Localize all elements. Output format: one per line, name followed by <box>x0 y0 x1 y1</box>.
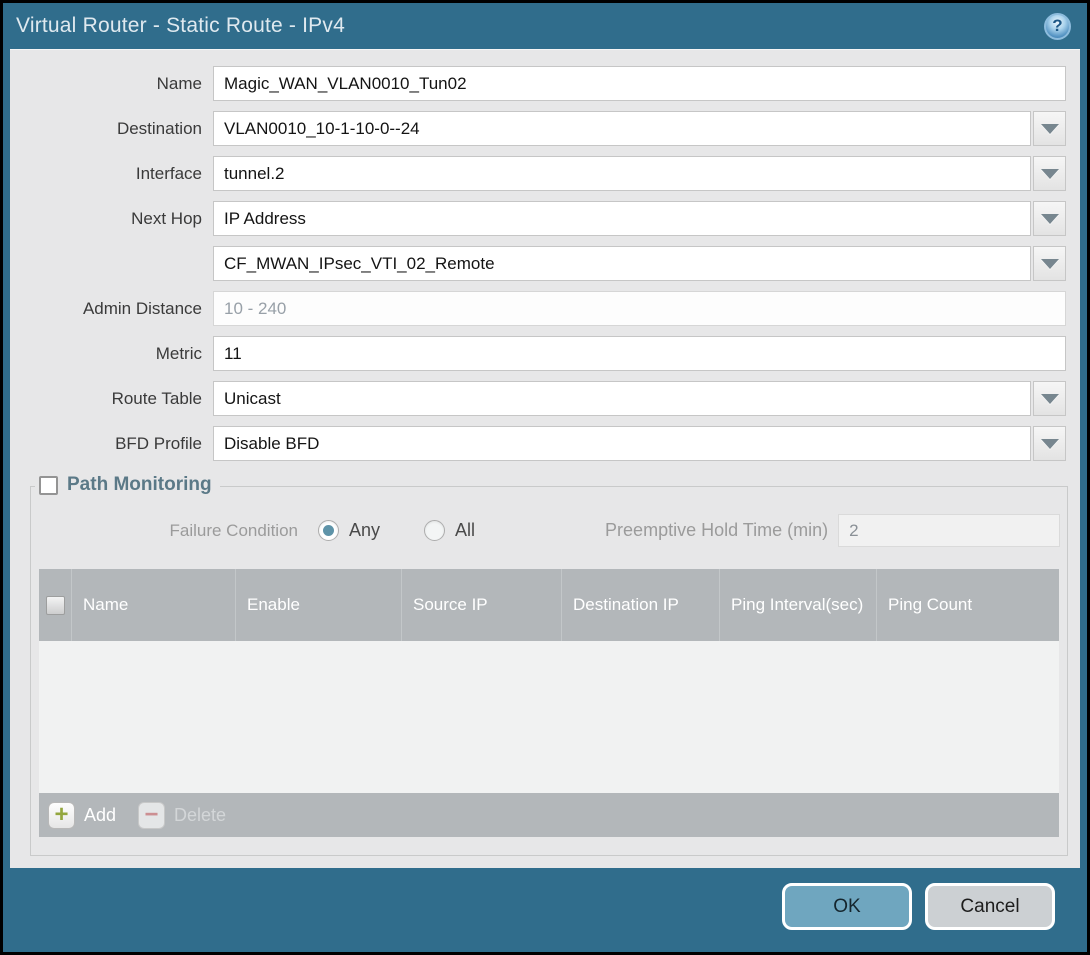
name-row: Name <box>10 66 1066 101</box>
admin-distance-row: Admin Distance <box>10 291 1066 326</box>
next-hop-row: Next Hop <box>10 201 1066 236</box>
destination-input[interactable] <box>213 111 1031 146</box>
delete-button-label: Delete <box>174 805 226 826</box>
next-hop-type-input[interactable] <box>213 201 1031 236</box>
failure-condition-label: Failure Condition <box>31 521 306 541</box>
route-table-row: Route Table <box>10 381 1066 416</box>
failure-condition-any-label: Any <box>349 520 380 541</box>
table-toolbar: + Add − Delete <box>39 793 1059 837</box>
preemptive-hold-time-label: Preemptive Hold Time (min) <box>605 520 828 541</box>
delete-button[interactable]: − Delete <box>138 802 226 829</box>
select-all-checkbox[interactable] <box>46 596 65 615</box>
chevron-down-icon <box>1041 214 1059 224</box>
help-glyph: ? <box>1052 16 1062 36</box>
admin-distance-input[interactable] <box>213 291 1066 326</box>
metric-row: Metric <box>10 336 1066 371</box>
next-hop-address-dropdown-button[interactable] <box>1033 246 1066 281</box>
plus-icon: + <box>48 802 75 829</box>
column-header-ping-count: Ping Count <box>877 569 1059 641</box>
admin-distance-label: Admin Distance <box>10 299 213 319</box>
column-header-destination-ip: Destination IP <box>562 569 720 641</box>
add-button-label: Add <box>84 805 116 826</box>
interface-label: Interface <box>10 164 213 184</box>
select-all-cell <box>39 569 72 641</box>
failure-condition-row: Failure Condition Any All Preemptive Hol… <box>31 514 1067 547</box>
route-table-dropdown-button[interactable] <box>1033 381 1066 416</box>
failure-condition-all-label: All <box>455 520 475 541</box>
static-route-dialog: Virtual Router - Static Route - IPv4 ? N… <box>3 3 1087 952</box>
column-header-enable: Enable <box>236 569 402 641</box>
interface-dropdown-button[interactable] <box>1033 156 1066 191</box>
route-table-input[interactable] <box>213 381 1031 416</box>
help-icon[interactable]: ? <box>1044 13 1071 40</box>
metric-label: Metric <box>10 344 213 364</box>
bfd-profile-input[interactable] <box>213 426 1031 461</box>
chevron-down-icon <box>1041 439 1059 449</box>
add-button[interactable]: + Add <box>48 802 138 829</box>
next-hop-dropdown-button[interactable] <box>1033 201 1066 236</box>
chevron-down-icon <box>1041 124 1059 134</box>
path-monitoring-table: Name Enable Source IP Destination IP Pin… <box>39 569 1059 837</box>
cancel-button[interactable]: Cancel <box>925 883 1055 930</box>
chevron-down-icon <box>1041 259 1059 269</box>
preemptive-hold-time-input[interactable] <box>838 514 1060 547</box>
bfd-profile-row: BFD Profile <box>10 426 1066 461</box>
column-header-source-ip: Source IP <box>402 569 562 641</box>
route-table-label: Route Table <box>10 389 213 409</box>
destination-label: Destination <box>10 119 213 139</box>
next-hop-address-row <box>10 246 1066 281</box>
minus-icon: − <box>138 802 165 829</box>
chevron-down-icon <box>1041 169 1059 179</box>
column-header-name: Name <box>72 569 236 641</box>
path-monitoring-title: Path Monitoring <box>67 474 212 496</box>
metric-input[interactable] <box>213 336 1066 371</box>
path-monitoring-checkbox[interactable] <box>39 476 58 495</box>
interface-row: Interface <box>10 156 1066 191</box>
table-body-empty <box>39 641 1059 793</box>
next-hop-label: Next Hop <box>10 209 213 229</box>
dialog-title: Virtual Router - Static Route - IPv4 <box>16 14 345 38</box>
path-monitoring-section: Path Monitoring Failure Condition Any Al… <box>30 486 1068 856</box>
failure-condition-any-radio[interactable] <box>318 520 339 541</box>
chevron-down-icon <box>1041 394 1059 404</box>
name-label: Name <box>10 74 213 94</box>
table-header-row: Name Enable Source IP Destination IP Pin… <box>39 569 1059 641</box>
name-input[interactable] <box>213 66 1066 101</box>
bfd-profile-dropdown-button[interactable] <box>1033 426 1066 461</box>
destination-dropdown-button[interactable] <box>1033 111 1066 146</box>
destination-row: Destination <box>10 111 1066 146</box>
next-hop-address-input[interactable] <box>213 246 1031 281</box>
column-header-ping-interval: Ping Interval(sec) <box>720 569 877 641</box>
bfd-profile-label: BFD Profile <box>10 434 213 454</box>
path-monitoring-legend: Path Monitoring <box>35 474 220 496</box>
title-bar: Virtual Router - Static Route - IPv4 ? <box>3 3 1087 49</box>
dialog-footer: OK Cancel <box>10 868 1080 945</box>
failure-condition-all-radio[interactable] <box>424 520 445 541</box>
interface-input[interactable] <box>213 156 1031 191</box>
dialog-content: Name Destination Interface <box>10 49 1080 868</box>
ok-button[interactable]: OK <box>782 883 912 930</box>
